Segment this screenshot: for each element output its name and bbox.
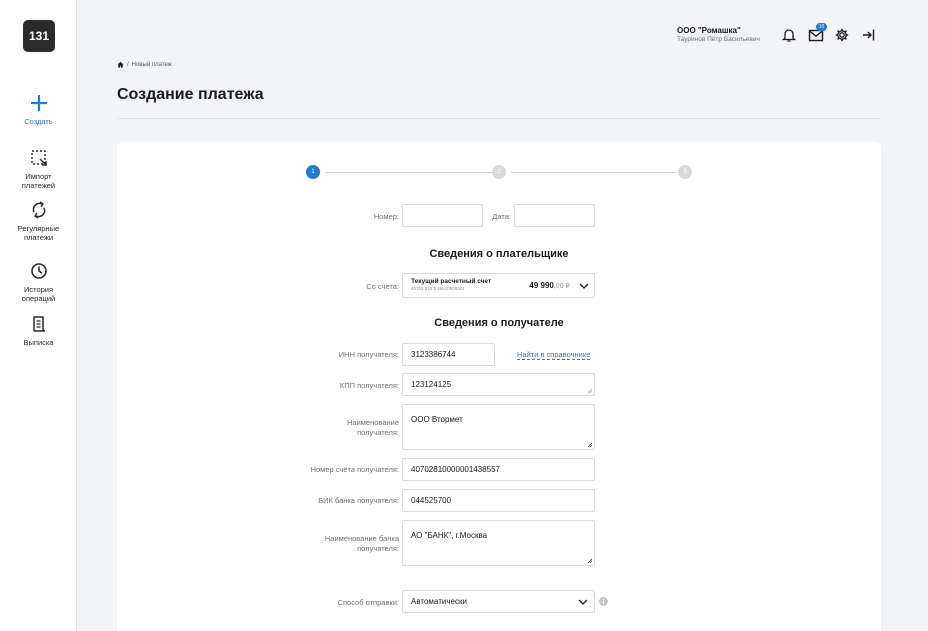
resize-handle-icon[interactable] [587,558,592,563]
chevron-down-icon [579,283,589,289]
bank-name-textarea[interactable]: АО "БАНК", г.Москва [402,520,595,566]
kpp-input[interactable]: 123124125 [402,373,595,396]
kpp-label: КПП получателя: [339,381,399,390]
sidebar-item-history[interactable]: История операций [0,261,77,303]
payment-form-card: 1 2 3 Номер: Дата: Сведения о плательщик… [117,142,881,631]
bank-name-label: Наименование банка получателя: [324,534,399,553]
inn-label: ИНН получателя: [338,350,399,359]
bell-icon[interactable] [781,27,797,43]
step-connector [511,172,676,173]
payer-section-title: Сведения о плательщике [429,248,569,260]
bik-label: БИК банка получателя: [318,496,399,505]
recipient-account-label: Номер счёта получателя: [310,465,399,474]
balance-fraction: ,00 ₽ [553,283,570,290]
resize-handle-icon[interactable] [587,388,592,393]
step-3[interactable]: 3 [678,165,692,179]
mail-badge: 10 [816,23,827,31]
number-label: Номер: [373,212,399,221]
account-select[interactable]: Текущий расчетный счет 40702 810 5 45610… [402,273,595,298]
import-icon [30,150,47,166]
find-in-directory-link[interactable]: Найти в справочнике [517,350,591,360]
sidebar-item-create[interactable]: Создать [0,93,77,126]
user-name: Тауринов Пётр Васильевич [677,36,760,43]
send-method-value: Автоматически [411,597,467,606]
sidebar-item-label: Регулярные платежи [17,224,60,242]
account-label: Со счета: [366,282,399,291]
clock-icon [30,263,47,279]
sidebar-item-statement[interactable]: Выписка [0,314,77,347]
inn-input[interactable]: 3123386744 [402,343,495,366]
step-1[interactable]: 1 [306,165,320,179]
sidebar: 131 Создать Импорт платежей Регулярные п… [0,0,77,631]
recipient-name-label: Наименование получателя: [347,418,399,437]
logout-icon[interactable] [861,27,877,43]
send-method-label: Способ отправки: [337,598,399,607]
number-input[interactable] [402,204,483,227]
divider [117,118,881,119]
chevron-down-icon [578,599,588,605]
date-input[interactable] [514,204,595,227]
date-label: Дата: [492,212,511,221]
company-name: ООО "Ромашка" [677,26,741,35]
plus-icon [30,95,47,111]
sidebar-item-label: Выписка [23,338,54,347]
info-icon[interactable] [599,597,608,606]
recipient-section-title: Сведения о получателе [434,317,564,329]
sidebar-item-label: Создать [24,117,53,126]
resize-handle-icon[interactable] [587,442,592,447]
recipient-account-input[interactable]: 40702810000001438557 [402,458,595,481]
sidebar-item-regular[interactable]: Регулярные платежи [0,200,77,242]
step-2[interactable]: 2 [492,165,506,179]
repeat-icon [32,201,45,219]
sidebar-item-import[interactable]: Импорт платежей [0,148,77,190]
send-method-select[interactable]: Автоматически [402,590,595,613]
balance-integer: 49 990 [529,281,554,290]
bik-input[interactable]: 044525700 [402,489,595,512]
recipient-name-textarea[interactable]: ООО Втормет [402,404,595,450]
breadcrumb-separator: / [127,61,129,68]
mail-button[interactable]: 10 [808,23,827,43]
breadcrumb: / Новый платеж [117,61,172,68]
gear-icon[interactable] [834,27,850,43]
home-icon[interactable] [117,61,124,68]
account-balance: 49 990,00 ₽ [529,281,570,290]
logo[interactable]: 131 [23,20,55,52]
sidebar-item-label: История операций [21,285,56,303]
account-info[interactable]: ООО "Ромашка" Тауринов Пётр Васильевич [677,26,760,43]
recipient-name-value: ООО Втормет [411,415,463,424]
bank-name-value: АО "БАНК", г.Москва [411,531,488,540]
statement-icon [32,316,45,332]
kpp-value: 123124125 [411,380,452,389]
page-title: Создание платежа [117,86,264,103]
sidebar-item-label: Импорт платежей [21,172,56,190]
step-connector [325,172,492,173]
breadcrumb-current: Новый платеж [131,61,172,68]
